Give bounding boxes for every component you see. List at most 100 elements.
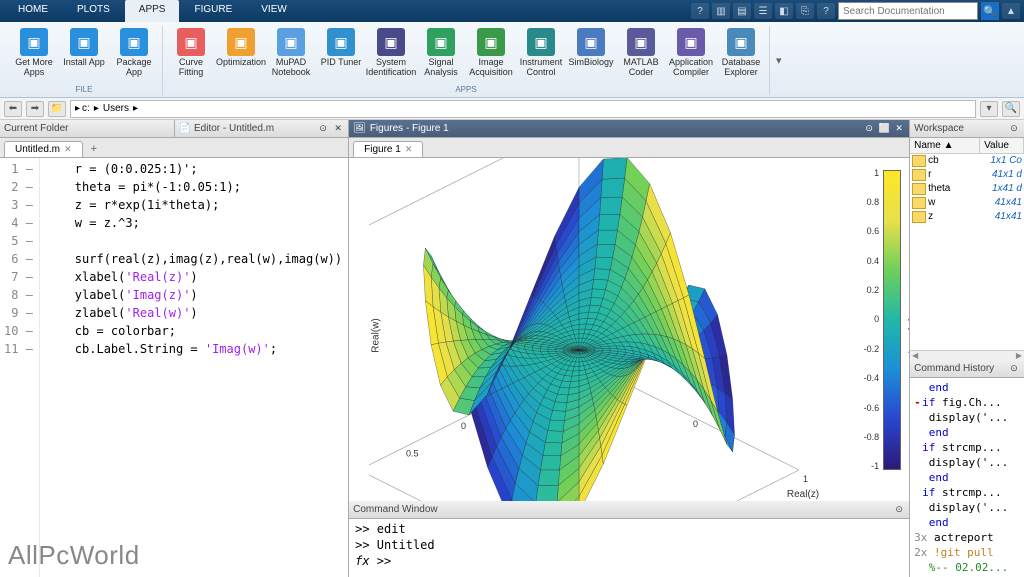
panel-menu-icon[interactable]: ⊙ xyxy=(863,123,875,135)
ribbon-button[interactable]: ▣Install App xyxy=(60,26,108,84)
figure-icon: 🖼 xyxy=(353,123,366,134)
left-column: Current Folder 📄 Editor - Untitled.m ⊙✕ … xyxy=(0,120,349,577)
history-item[interactable]: if strcmp... xyxy=(914,440,1020,455)
history-item[interactable]: if strcmp... xyxy=(914,485,1020,500)
panel-menu-icon[interactable]: ⊙ xyxy=(893,504,905,516)
ribbon-button[interactable]: ▣Optimization xyxy=(217,26,265,84)
ribbon-button[interactable]: ▣Get More Apps xyxy=(10,26,58,84)
ribbon-group-label: FILE xyxy=(76,84,93,95)
command-history-body[interactable]: end-if fig.Ch... display('... endif strc… xyxy=(910,378,1024,577)
panel-menu-icon[interactable]: ⊙ xyxy=(1008,362,1020,374)
ribbon-label: MATLAB Coder xyxy=(619,58,663,78)
figures-header[interactable]: 🖼 Figures - Figure 1 ⊙⬜✕ xyxy=(349,120,909,138)
ribbon-button[interactable]: ▣SimBiology xyxy=(567,26,615,84)
collapse-icon[interactable]: ▲ xyxy=(1002,3,1020,19)
nav-fwd-button[interactable]: ➡ xyxy=(26,101,44,117)
editor-body[interactable]: 1 —2 —3 —4 —5 —6 —7 —8 —9 —10 —11 — r = … xyxy=(0,158,348,577)
workspace-row[interactable]: r41x1 d xyxy=(910,168,1024,182)
close-icon[interactable]: ✕ xyxy=(64,144,72,155)
command-window-body[interactable]: >> edit >> Untitledfx >> xyxy=(349,519,909,577)
close-icon[interactable]: ✕ xyxy=(405,144,413,155)
history-item[interactable]: 3x actreport xyxy=(914,530,1020,545)
colorbar[interactable] xyxy=(883,170,901,470)
history-item[interactable]: -if fig.Ch... xyxy=(914,395,1020,410)
search-path-icon[interactable]: 🔍 xyxy=(1002,101,1020,117)
workspace-row[interactable]: w41x41 xyxy=(910,196,1024,210)
history-item[interactable]: display('... xyxy=(914,410,1020,425)
tool-icon[interactable]: ▥ xyxy=(712,3,730,19)
workspace-row[interactable]: cb1x1 Co xyxy=(910,154,1024,168)
app-icon: ▣ xyxy=(727,28,755,56)
col-value[interactable]: Value xyxy=(980,138,1024,153)
app-icon: ▣ xyxy=(120,28,148,56)
panel-menu-icon[interactable]: ⊙ xyxy=(317,123,329,135)
current-folder-header[interactable]: Current Folder xyxy=(0,120,174,138)
menu-tab-home[interactable]: HOME xyxy=(4,0,62,22)
editor-tab[interactable]: Untitled.m ✕ xyxy=(4,141,83,157)
history-item[interactable]: end xyxy=(914,470,1020,485)
tool-icon[interactable]: ☰ xyxy=(754,3,772,19)
app-icon: ▣ xyxy=(677,28,705,56)
path-dropdown-icon[interactable]: ▾ xyxy=(980,101,998,117)
maximize-icon[interactable]: ⬜ xyxy=(878,123,890,135)
close-icon[interactable]: ✕ xyxy=(893,123,905,135)
ribbon-button[interactable]: ▣Signal Analysis xyxy=(417,26,465,84)
editor-code[interactable]: r = (0:0.025:1)'; theta = pi*(-1:0.05:1)… xyxy=(40,158,348,577)
col-name[interactable]: Name ▲ xyxy=(910,138,980,153)
menu-tab-plots[interactable]: PLOTS xyxy=(63,0,124,22)
workspace-row[interactable]: z41x41 xyxy=(910,210,1024,224)
figure-canvas[interactable]: 10.50-0.5-1-1-0.500.51-101 10.80.60.40.2… xyxy=(349,158,909,501)
command-window-header[interactable]: Command Window ⊙ xyxy=(349,501,909,519)
ribbon-button[interactable]: ▣PID Tuner xyxy=(317,26,365,84)
history-item[interactable]: display('... xyxy=(914,500,1020,515)
figure-tab[interactable]: Figure 1 ✕ xyxy=(353,141,423,157)
editor-header[interactable]: 📄 Editor - Untitled.m ⊙✕ xyxy=(174,120,349,138)
menu-tab-figure[interactable]: FIGURE xyxy=(180,0,246,22)
command-window-title: Command Window xyxy=(353,504,437,515)
colorbar-label: Imag(w) xyxy=(908,317,910,353)
editor-tab-label: Untitled.m xyxy=(15,144,60,155)
ribbon-button[interactable]: ▣Instrument Control xyxy=(517,26,565,84)
tool-icon[interactable]: ? xyxy=(817,3,835,19)
search-input[interactable] xyxy=(838,2,978,20)
editor-gutter: 1 —2 —3 —4 —5 —6 —7 —8 —9 —10 —11 — xyxy=(0,158,40,577)
search-go-button[interactable]: 🔍 xyxy=(981,2,999,20)
nav-back-button[interactable]: ⬅ xyxy=(4,101,22,117)
history-item[interactable]: display('... xyxy=(914,455,1020,470)
ribbon-button[interactable]: ▣Curve Fitting xyxy=(167,26,215,84)
app-icon: ▣ xyxy=(177,28,205,56)
command-history-header[interactable]: Command History ⊙ xyxy=(910,360,1024,378)
ribbon-button[interactable]: ▣Package App xyxy=(110,26,158,84)
app-icon: ▣ xyxy=(227,28,255,56)
ribbon-overflow-icon[interactable]: ▾ xyxy=(770,26,788,95)
ribbon-button[interactable]: ▣MuPAD Notebook xyxy=(267,26,315,84)
history-item[interactable]: end xyxy=(914,380,1020,395)
menu-tab-view[interactable]: VIEW xyxy=(247,0,301,22)
workspace-row[interactable]: theta1x41 d xyxy=(910,182,1024,196)
history-item[interactable]: %-- 02.02... xyxy=(914,560,1020,575)
tool-icon[interactable]: ⎘ xyxy=(796,3,814,19)
help-icon[interactable]: ? xyxy=(691,3,709,19)
ribbon-button[interactable]: ▣Image Acquisition xyxy=(467,26,515,84)
app-icon: ▣ xyxy=(70,28,98,56)
folder-up-icon[interactable]: 📁 xyxy=(48,101,66,117)
scrollbar[interactable]: ◀▶ xyxy=(910,350,1024,360)
figures-title: Figures - Figure 1 xyxy=(370,123,449,134)
panel-menu-icon[interactable]: ⊙ xyxy=(1008,123,1020,135)
plot-area: 10.50-0.5-1-1-0.500.51-101 10.80.60.40.2… xyxy=(349,158,909,501)
workspace-body[interactable]: cb1x1 Cor41x1 dtheta1x41 dw41x41z41x41 xyxy=(910,154,1024,350)
tool-icon[interactable]: ◧ xyxy=(775,3,793,19)
menu-tab-apps[interactable]: APPS xyxy=(125,0,180,22)
tool-icon[interactable]: ▤ xyxy=(733,3,751,19)
ribbon-button[interactable]: ▣System Identification xyxy=(367,26,415,84)
ribbon-button[interactable]: ▣Database Explorer xyxy=(717,26,765,84)
ribbon-button[interactable]: ▣MATLAB Coder xyxy=(617,26,665,84)
history-item[interactable]: 2x !git pull xyxy=(914,545,1020,560)
workspace-header[interactable]: Workspace ⊙ xyxy=(910,120,1024,138)
history-item[interactable]: end xyxy=(914,515,1020,530)
ribbon-button[interactable]: ▣Application Compiler xyxy=(667,26,715,84)
add-tab-button[interactable]: + xyxy=(85,141,103,157)
close-icon[interactable]: ✕ xyxy=(332,123,344,135)
history-item[interactable]: end xyxy=(914,425,1020,440)
address-path[interactable]: ▸ c: ▸ Users ▸ xyxy=(70,100,976,118)
